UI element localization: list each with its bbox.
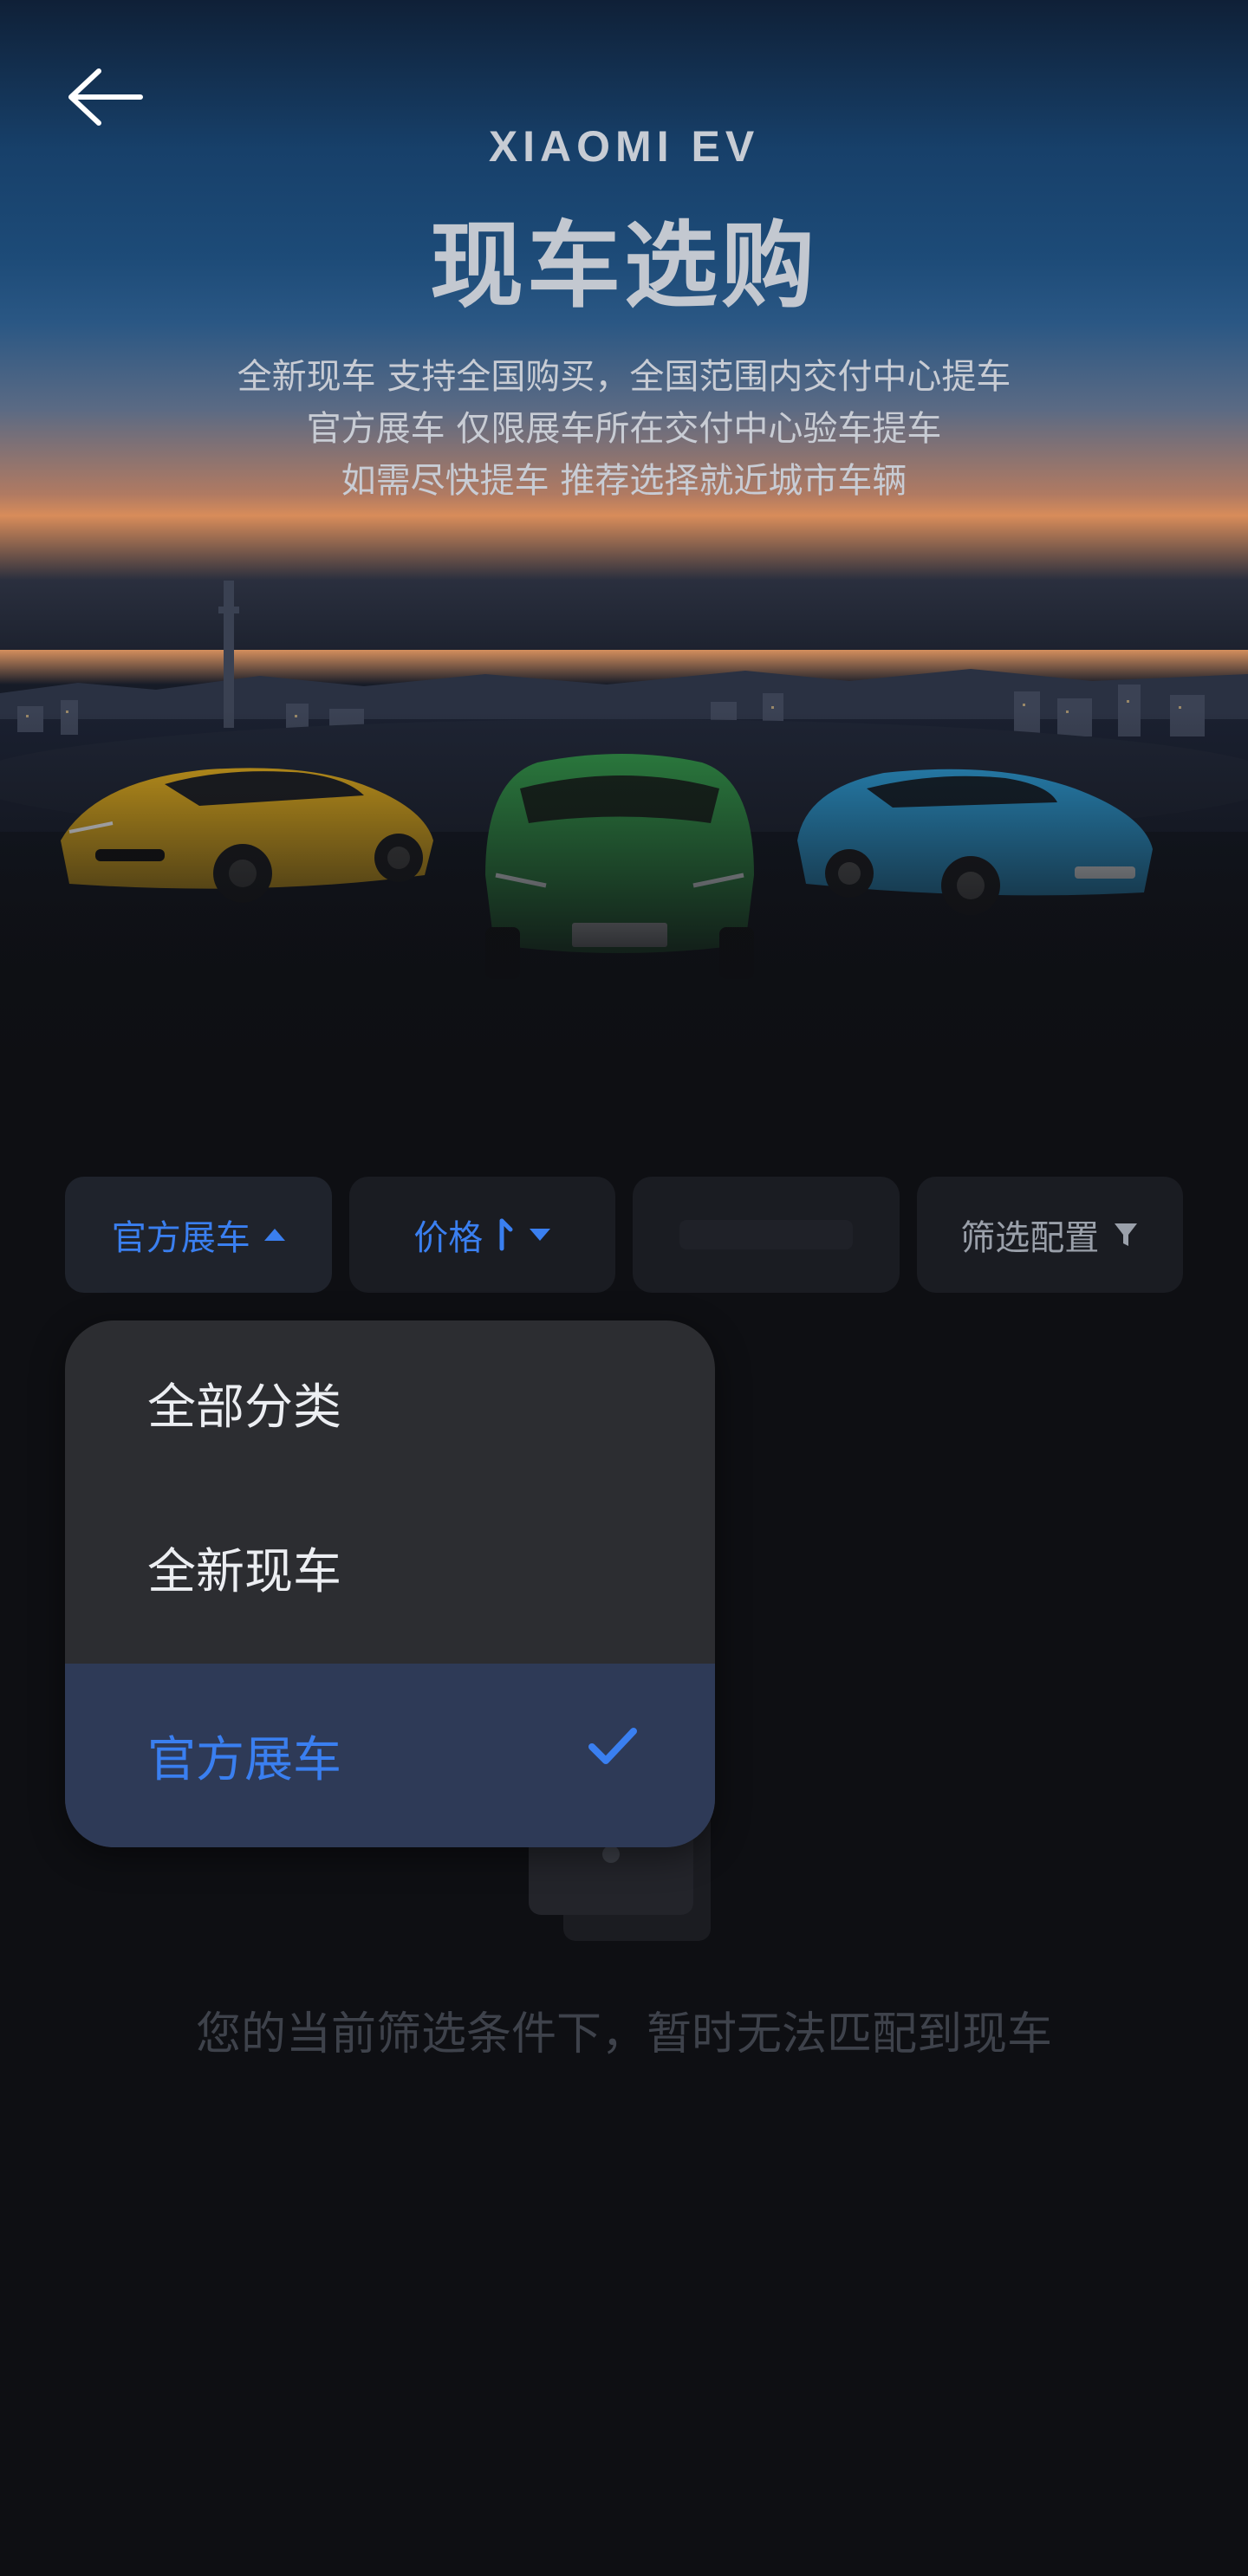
price-filter-label: 价格 <box>413 1218 484 1258</box>
dropdown-item-label: 官方展车 <box>147 1731 341 1788</box>
category-filter-button[interactable]: 官方展车 <box>65 1177 332 1293</box>
page-title: 现车选购 <box>429 212 818 321</box>
empty-state-message: 您的当前筛选条件下，暂时无法匹配到现车 <box>195 2008 1052 2060</box>
brand-logo-text: XIAOMI EV <box>488 122 760 171</box>
filter-bar: 官方展车 价格 筛选配置 <box>65 1177 1183 1293</box>
config-filter-label: 筛选配置 <box>960 1218 1100 1258</box>
caret-up-icon <box>263 1229 285 1241</box>
subtitle-line: 全新现车 支持全国购买，全国范围内交付中心提车 <box>237 357 1011 397</box>
checkmark-icon <box>588 1728 637 1764</box>
filter-placeholder <box>679 1220 853 1249</box>
subtitle: 全新现车 支持全国购买，全国范围内交付中心提车 官方展车 仅限展车所在交付中心验… <box>0 351 1248 507</box>
dropdown-item-new[interactable]: 全新现车 <box>65 1485 715 1650</box>
category-filter-label: 官方展车 <box>111 1218 250 1258</box>
dropdown-item-all[interactable]: 全部分类 <box>65 1320 715 1485</box>
category-dropdown-menu: 全部分类 全新现车 官方展车 <box>65 1320 715 1847</box>
sort-icon <box>499 1218 513 1251</box>
filter-funnel-icon <box>1115 1223 1138 1246</box>
subtitle-line: 如需尽快提车 推荐选择就近城市车辆 <box>341 461 907 501</box>
caret-down-icon <box>530 1229 551 1241</box>
subtitle-line: 官方展车 仅限展车所在交付中心验车提车 <box>306 409 942 449</box>
config-filter-button[interactable]: 筛选配置 <box>916 1177 1183 1293</box>
dropdown-item-label: 全新现车 <box>147 1543 341 1600</box>
price-filter-button[interactable]: 价格 <box>348 1177 615 1293</box>
dropdown-item-showcase[interactable]: 官方展车 <box>65 1664 715 1847</box>
hidden-filter-button[interactable] <box>633 1177 900 1293</box>
hero-fade <box>0 711 1248 1074</box>
hero-banner: XIAOMI EV 现车选购 全新现车 支持全国购买，全国范围内交付中心提车 官… <box>0 0 1248 1074</box>
dropdown-item-label: 全部分类 <box>147 1379 341 1436</box>
